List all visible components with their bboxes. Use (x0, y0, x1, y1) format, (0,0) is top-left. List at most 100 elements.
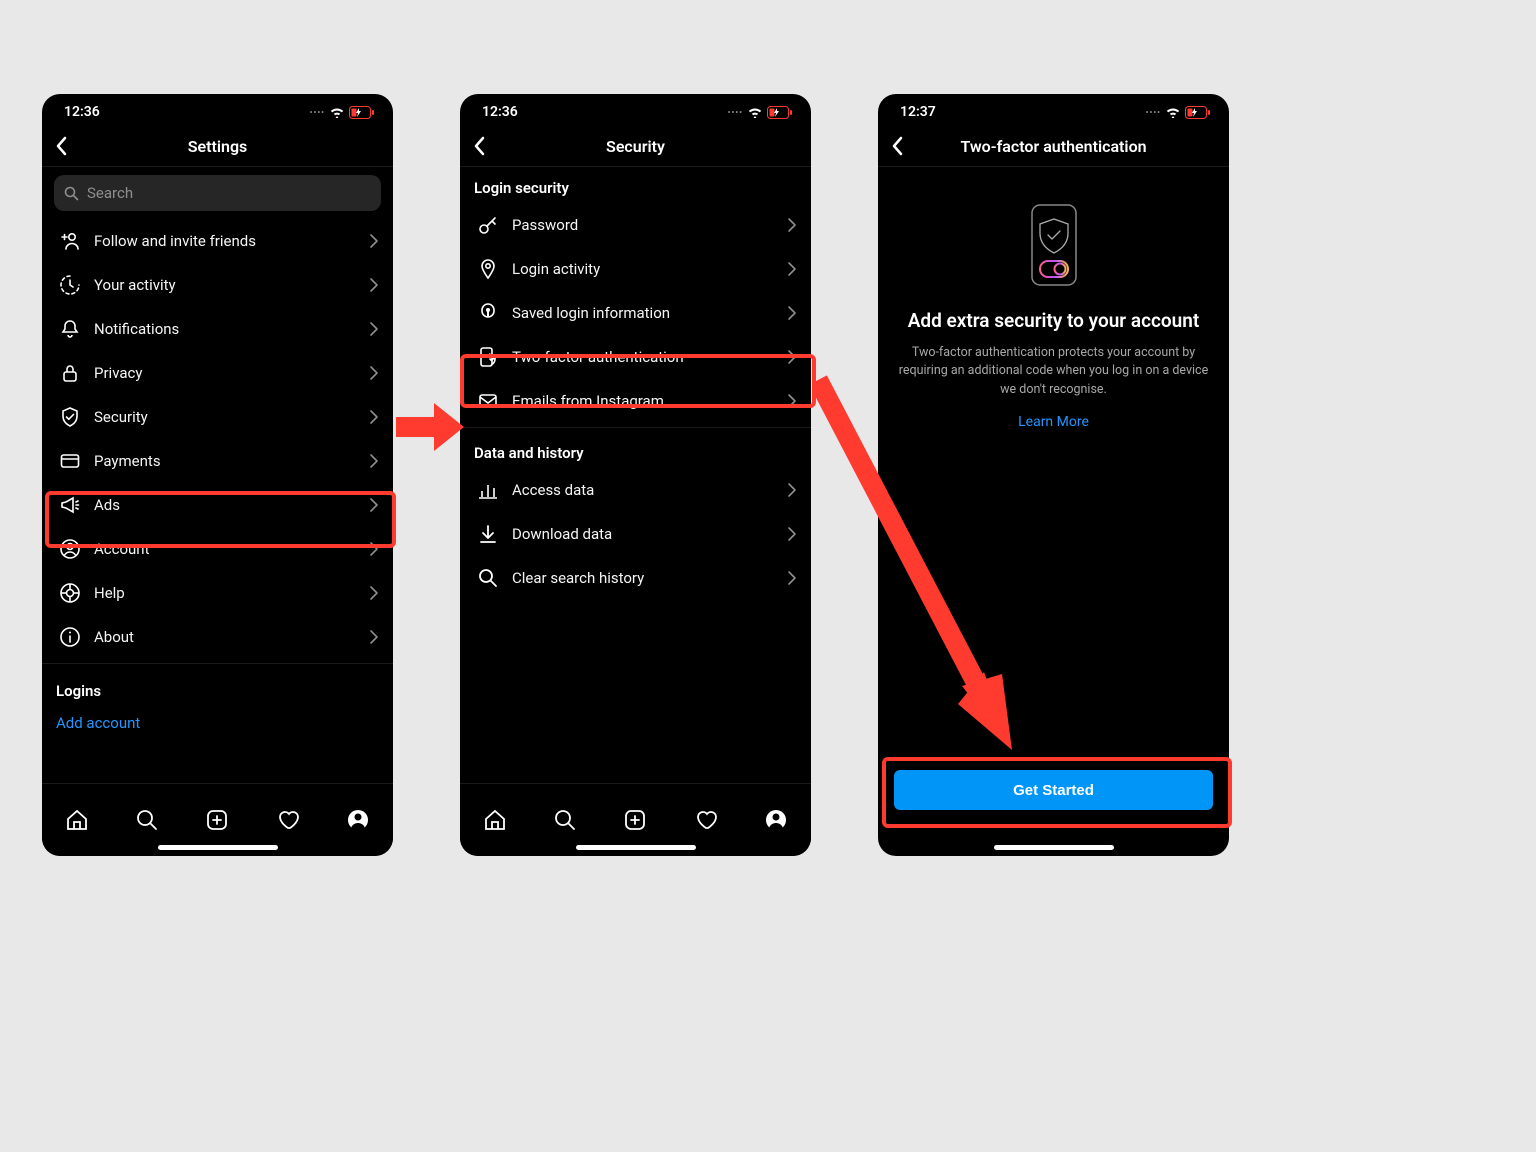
mail-icon (474, 390, 502, 412)
row-login-activity[interactable]: Login activity (460, 247, 811, 291)
account-icon (56, 538, 84, 560)
back-button[interactable] (888, 132, 908, 160)
wifi-icon (1165, 106, 1181, 118)
info-icon (56, 626, 84, 648)
tab-activity[interactable] (688, 802, 724, 838)
back-button[interactable] (470, 132, 490, 160)
learn-more-link[interactable]: Learn More (1018, 414, 1089, 430)
header: Security (460, 126, 811, 167)
chevron-right-icon (369, 497, 379, 513)
chevron-left-icon (888, 132, 908, 160)
row-help[interactable]: Help (42, 571, 393, 615)
page-title: Settings (188, 137, 248, 156)
row-label: About (84, 628, 369, 646)
row-ads[interactable]: Ads (42, 483, 393, 527)
keyhole-icon (474, 302, 502, 324)
chevron-right-icon (369, 321, 379, 337)
row-label: Help (84, 584, 369, 602)
status-bar: 12:36 •••• (42, 94, 393, 126)
search-placeholder: Search (87, 184, 133, 202)
row-label: Emails from Instagram (502, 392, 787, 410)
bell-icon (56, 318, 84, 340)
row-follow-invite[interactable]: Follow and invite friends (42, 219, 393, 263)
status-icons: •••• (310, 106, 375, 119)
two-factor-icon (474, 346, 502, 368)
home-indicator (576, 845, 696, 850)
row-clear-search[interactable]: Clear search history (460, 556, 811, 600)
tab-home[interactable] (477, 802, 513, 838)
tab-profile[interactable] (758, 802, 794, 838)
row-payments[interactable]: Payments (42, 439, 393, 483)
row-label: Password (502, 216, 787, 234)
row-label: Download data (502, 525, 787, 543)
tutorial-stage: 12:36 •••• Settings Search Follow and in… (0, 0, 1536, 1152)
phone-security: 12:36 •••• Security Login security Passw… (460, 94, 811, 856)
row-your-activity[interactable]: Your activity (42, 263, 393, 307)
row-security[interactable]: Security (42, 395, 393, 439)
chevron-right-icon (369, 277, 379, 293)
megaphone-icon (56, 494, 84, 516)
chevron-right-icon (369, 233, 379, 249)
status-time: 12:37 (900, 104, 936, 120)
row-privacy[interactable]: Privacy (42, 351, 393, 395)
tab-search[interactable] (547, 802, 583, 838)
get-started-button[interactable]: Get Started (894, 770, 1213, 810)
row-account[interactable]: Account (42, 527, 393, 571)
chevron-left-icon (470, 132, 490, 160)
tab-create[interactable] (617, 802, 653, 838)
row-download-data[interactable]: Download data (460, 512, 811, 556)
location-icon (474, 258, 502, 280)
row-about[interactable]: About (42, 615, 393, 659)
chevron-right-icon (369, 365, 379, 381)
section-data-history: Data and history (460, 432, 811, 468)
tfa-description: Two-factor authentication protects your … (898, 344, 1209, 400)
divider (460, 427, 811, 428)
row-emails-instagram[interactable]: Emails from Instagram (460, 379, 811, 423)
wifi-icon (329, 106, 345, 118)
tab-home[interactable] (59, 802, 95, 838)
tab-create[interactable] (199, 802, 235, 838)
row-notifications[interactable]: Notifications (42, 307, 393, 351)
status-icons: •••• (1146, 106, 1211, 119)
status-icons: •••• (728, 106, 793, 119)
divider (42, 663, 393, 664)
tab-activity[interactable] (270, 802, 306, 838)
search-icon (474, 567, 502, 589)
row-saved-login[interactable]: Saved login information (460, 291, 811, 335)
row-label: Ads (84, 496, 369, 514)
row-access-data[interactable]: Access data (460, 468, 811, 512)
row-label: Login activity (502, 260, 787, 278)
row-label: Two-factor authentication (502, 348, 787, 366)
row-password[interactable]: Password (460, 203, 811, 247)
person-plus-icon (56, 230, 84, 252)
chevron-right-icon (787, 305, 797, 321)
header: Two-factor authentication (878, 126, 1229, 167)
bar-chart-icon (474, 479, 502, 501)
activity-icon (56, 274, 84, 296)
search-input[interactable]: Search (54, 175, 381, 211)
status-bar: 12:37 •••• (878, 94, 1229, 126)
phone-settings: 12:36 •••• Settings Search Follow and in… (42, 94, 393, 856)
cell-dots-icon: •••• (1146, 108, 1161, 117)
tab-search[interactable] (129, 802, 165, 838)
tab-profile[interactable] (340, 802, 376, 838)
chevron-right-icon (369, 541, 379, 557)
page-title: Security (606, 137, 665, 156)
back-button[interactable] (52, 132, 72, 160)
chevron-right-icon (787, 570, 797, 586)
chevron-right-icon (787, 217, 797, 233)
help-icon (56, 582, 84, 604)
shield-icon (56, 406, 84, 428)
arrow-settings-to-security (396, 395, 466, 459)
tab-bar (42, 783, 393, 856)
key-icon (474, 214, 502, 236)
row-label: Follow and invite friends (84, 232, 369, 250)
add-account-link[interactable]: Add account (42, 704, 393, 742)
row-two-factor[interactable]: Two-factor authentication (460, 335, 811, 379)
row-label: Privacy (84, 364, 369, 382)
phone-two-factor: 12:37 •••• Two-factor authentication (878, 94, 1229, 856)
download-icon (474, 523, 502, 545)
chevron-right-icon (369, 409, 379, 425)
tfa-heading: Add extra security to your account (894, 309, 1213, 334)
battery-icon (1185, 106, 1211, 119)
